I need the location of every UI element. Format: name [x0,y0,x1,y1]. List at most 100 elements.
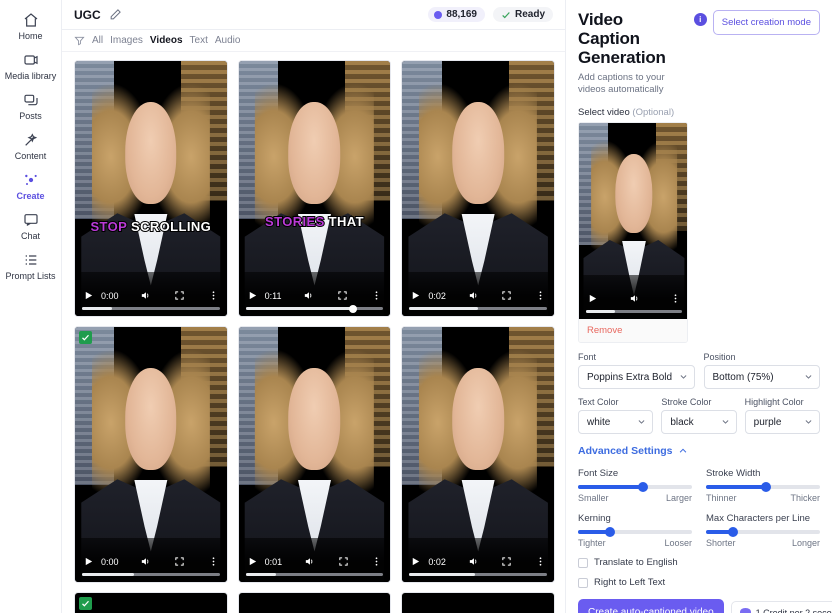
video-card[interactable] [238,592,392,613]
video-card[interactable]: STORIES THAT0:11 [238,60,392,317]
fullscreen-icon[interactable] [173,555,186,568]
remove-video-link[interactable]: Remove [579,319,687,342]
video-progress-fill [82,307,112,310]
fullscreen-icon[interactable] [500,289,513,302]
video-control-row: 0:00 [82,289,220,302]
sidebar-item-media-library[interactable]: Media library [1,46,61,86]
video-card[interactable]: 0:01 [238,326,392,583]
video-progress-fill [409,573,475,576]
select-creation-mode-button[interactable]: Select creation mode [713,10,820,35]
slider-track[interactable] [706,485,820,489]
volume-icon[interactable] [628,292,641,305]
credits-badge[interactable]: 88,169 [428,7,485,22]
volume-icon[interactable] [467,555,480,568]
video-card[interactable]: STOP SCROLLING0:00 [74,60,228,317]
advanced-settings-toggle[interactable]: Advanced Settings [578,445,820,457]
volume-icon[interactable] [467,289,480,302]
more-vertical-icon[interactable] [207,289,220,302]
font-value: Poppins Extra Bold [587,372,672,383]
video-preview[interactable] [579,123,688,319]
volume-icon[interactable] [139,289,152,302]
slider-min-label: Smaller [578,493,609,503]
volume-icon[interactable] [303,555,316,568]
video-progress-bar[interactable] [246,307,384,310]
filter-tab-videos[interactable]: Videos [150,35,183,46]
more-vertical-icon[interactable] [534,289,547,302]
filter-tab-text[interactable]: Text [190,35,208,46]
slider-knob[interactable] [761,482,771,492]
more-vertical-icon[interactable] [669,292,682,305]
slider-min-label: Shorter [706,538,736,548]
chevron-down-icon [679,373,688,382]
stroke-color-select[interactable]: black [661,410,736,434]
status-badge[interactable]: Ready [493,7,553,22]
select-video-text: Select video [578,107,630,118]
volume-icon[interactable] [139,555,152,568]
position-field: Position Bottom (75%) [704,352,821,389]
credit-cost-chip[interactable]: 1 Credit per 2 seconds [731,601,832,613]
create-auto-captioned-video-button[interactable]: Create auto-captioned video [578,599,724,613]
play-icon[interactable] [409,289,422,302]
filter-tab-all[interactable]: All [92,35,103,46]
more-vertical-icon[interactable] [207,555,220,568]
video-card[interactable]: 0:02 [401,60,555,317]
sidebar-item-prompt-lists[interactable]: Prompt Lists [1,246,61,286]
text-color-select[interactable]: white [578,410,653,434]
video-progress-bar[interactable] [82,307,220,310]
fullscreen-icon[interactable] [500,555,513,568]
play-icon[interactable] [82,555,95,568]
sidebar-item-chat[interactable]: Chat [1,206,61,246]
video-progress-knob[interactable] [349,305,357,313]
chevron-down-icon [721,418,730,427]
sidebar-item-posts[interactable]: Posts [1,86,61,126]
video-progress-bar[interactable] [246,573,384,576]
video-progress-bar[interactable] [409,573,547,576]
fullscreen-icon[interactable] [173,289,186,302]
text-color-value: white [587,417,610,428]
slider-track[interactable] [578,530,692,534]
video-card[interactable]: 0:02 [401,326,555,583]
translate-to-english-checkbox[interactable]: Translate to English [578,557,820,568]
status-label: Ready [515,9,545,20]
sidebar-item-content[interactable]: Content [1,126,61,166]
play-icon[interactable] [82,289,95,302]
info-icon[interactable]: i [694,13,707,26]
app-root: Home Media library Posts Content Create … [0,0,832,613]
slider-track[interactable] [578,485,692,489]
video-timestamp: 0:00 [101,557,119,567]
slider-fill [578,485,643,489]
preview-progress-bar[interactable] [586,310,682,313]
play-icon[interactable] [409,555,422,568]
more-vertical-icon[interactable] [370,289,383,302]
slider-knob[interactable] [728,527,738,537]
filter-tab-audio[interactable]: Audio [215,35,241,46]
slider-track[interactable] [706,530,820,534]
highlight-color-select[interactable]: purple [745,410,820,434]
video-card[interactable] [74,592,228,613]
right-to-left-text-checkbox[interactable]: Right to Left Text [578,577,820,588]
more-vertical-icon[interactable] [534,555,547,568]
play-icon[interactable] [586,292,599,305]
more-vertical-icon[interactable] [370,555,383,568]
checkbox-box [578,578,588,588]
fullscreen-icon[interactable] [336,289,349,302]
sidebar-item-home[interactable]: Home [1,6,61,46]
pencil-icon[interactable] [109,8,122,21]
slider-knob[interactable] [605,527,615,537]
position-select[interactable]: Bottom (75%) [704,365,821,389]
checkbox-box [578,558,588,568]
slider-knob[interactable] [638,482,648,492]
play-icon[interactable] [246,555,259,568]
video-card[interactable] [401,592,555,613]
video-progress-bar[interactable] [82,573,220,576]
sidebar-item-create[interactable]: Create [1,166,61,206]
play-icon[interactable] [246,289,259,302]
fullscreen-icon[interactable] [337,555,350,568]
volume-icon[interactable] [302,289,315,302]
filter-tab-images[interactable]: Images [110,35,143,46]
video-card[interactable]: 0:00 [74,326,228,583]
funnel-icon[interactable] [74,35,85,46]
font-position-row: Font Poppins Extra Bold Position Bottom … [578,352,820,389]
video-progress-bar[interactable] [409,307,547,310]
font-select[interactable]: Poppins Extra Bold [578,365,695,389]
